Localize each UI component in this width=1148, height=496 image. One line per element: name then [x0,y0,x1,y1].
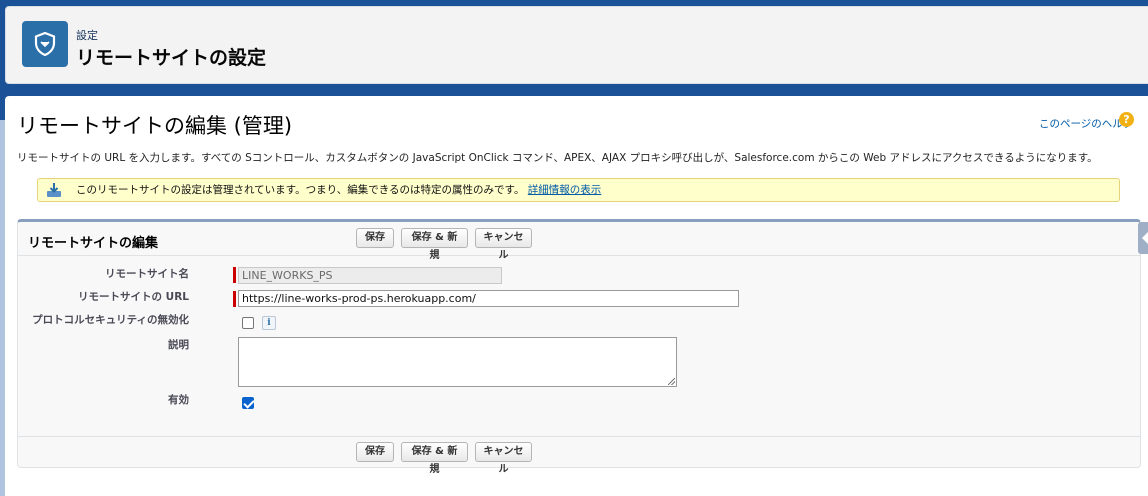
shield-icon [22,21,68,67]
required-marker [233,267,236,283]
protocol-security-checkbox[interactable] [242,317,254,329]
managed-notice: このリモートサイトの設定は管理されています。つまり、編集できるのは特定の属性のみ… [37,178,1120,202]
help-icon[interactable]: ? [1119,112,1134,127]
page-description: リモートサイトの URL を入力します。すべての Sコントロール、カスタムボタン… [17,152,1098,164]
url-field[interactable]: https://line-works-prod-ps.herokuapp.com… [238,290,739,307]
site-name-label: リモートサイト名 [105,268,189,280]
block-title: リモートサイトの編集 [28,236,159,251]
edit-form-block: リモートサイトの編集 保存 保存 & 新規 キャンセル リモートサイト名 LIN… [17,219,1148,475]
required-marker [233,291,236,307]
active-checkbox[interactable] [242,397,254,409]
description-label: 説明 [168,339,189,351]
page-title: リモートサイトの編集 (管理) [17,114,293,138]
save-new-button-top[interactable]: 保存 & 新規 [401,228,468,261]
site-name-field: LINE_WORKS_PS [238,267,502,284]
save-button-top[interactable]: 保存 [356,228,394,248]
cancel-button-bottom[interactable]: キャンセル [475,442,532,475]
collapse-tab[interactable] [1138,222,1148,254]
notice-details-link[interactable]: 詳細情報の表示 [528,184,602,196]
notice-text: このリモートサイトの設定は管理されています。つまり、編集できるのは特定の属性のみ… [76,184,525,196]
info-icon[interactable]: i [262,316,276,330]
protocol-security-label: プロトコルセキュリティの無効化 [32,314,189,326]
download-icon [47,183,61,197]
url-label: リモートサイトの URL [78,291,189,303]
active-label: 有効 [168,394,189,406]
block-footer-divider [18,436,1140,437]
header-subtitle: 設定 [76,29,98,42]
page-header: 設定 リモートサイトの設定 [5,6,1148,84]
block-header: リモートサイトの編集 保存 保存 & 新規 キャンセル [18,222,1148,261]
description-textarea[interactable] [238,337,677,387]
cancel-button-top[interactable]: キャンセル [475,228,532,261]
main-content: リモートサイトの編集 (管理) このページのヘルプ ? リモートサイトの URL… [5,96,1148,496]
save-new-button-bottom[interactable]: 保存 & 新規 [401,442,468,475]
header-title: リモートサイトの設定 [76,47,267,69]
save-button-bottom[interactable]: 保存 [356,442,394,462]
